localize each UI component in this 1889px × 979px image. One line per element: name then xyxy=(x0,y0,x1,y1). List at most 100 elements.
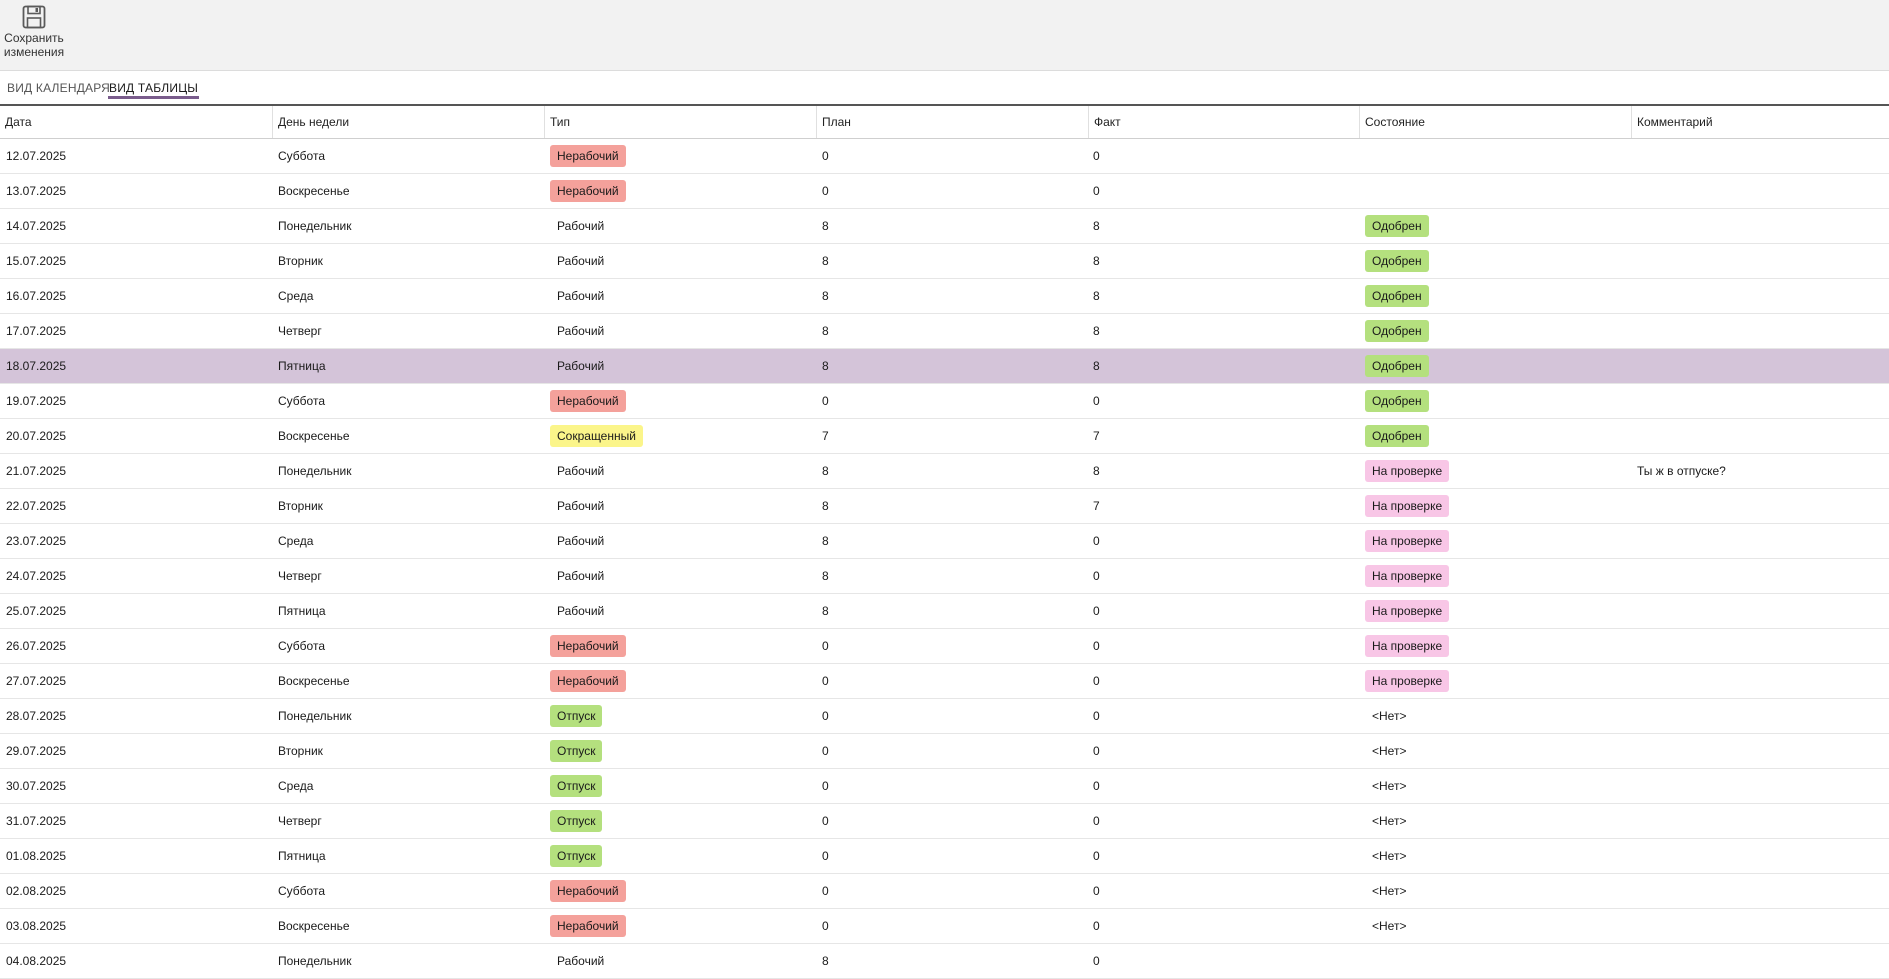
cell-plan[interactable]: 8 xyxy=(822,209,829,243)
cell-type[interactable]: Отпуск xyxy=(550,734,603,768)
cell-fact[interactable]: 0 xyxy=(1093,769,1100,803)
cell-date[interactable]: 24.07.2025 xyxy=(6,559,66,593)
column-header-weekday[interactable]: День недели xyxy=(272,106,544,138)
cell-type[interactable]: Рабочий xyxy=(550,524,611,558)
cell-weekday[interactable]: Воскресенье xyxy=(278,664,350,698)
cell-state[interactable]: Одобрен xyxy=(1365,314,1429,348)
cell-date[interactable]: 29.07.2025 xyxy=(6,734,66,768)
cell-weekday[interactable]: Понедельник xyxy=(278,699,351,733)
cell-weekday[interactable]: Среда xyxy=(278,769,313,803)
cell-fact[interactable]: 0 xyxy=(1093,594,1100,628)
table-row[interactable]: 01.08.2025 Пятница Отпуск 0 0 <Нет> xyxy=(0,839,1889,874)
cell-plan[interactable]: 8 xyxy=(822,244,829,278)
cell-plan[interactable]: 0 xyxy=(822,909,829,943)
cell-type[interactable]: Сокращенный xyxy=(550,419,643,453)
cell-fact[interactable]: 0 xyxy=(1093,139,1100,173)
cell-plan[interactable]: 0 xyxy=(822,384,829,418)
table-row[interactable]: 02.08.2025 Суббота Нерабочий 0 0 <Нет> xyxy=(0,874,1889,909)
cell-plan[interactable]: 8 xyxy=(822,314,829,348)
cell-weekday[interactable]: Воскресенье xyxy=(278,174,350,208)
cell-plan[interactable]: 0 xyxy=(822,664,829,698)
cell-date[interactable]: 16.07.2025 xyxy=(6,279,66,313)
cell-date[interactable]: 26.07.2025 xyxy=(6,629,66,663)
cell-weekday[interactable]: Суббота xyxy=(278,629,325,663)
cell-date[interactable]: 15.07.2025 xyxy=(6,244,66,278)
cell-date[interactable]: 03.08.2025 xyxy=(6,909,66,943)
column-header-state[interactable]: Состояние xyxy=(1359,106,1631,138)
cell-plan[interactable]: 8 xyxy=(822,454,829,488)
cell-fact[interactable]: 8 xyxy=(1093,244,1100,278)
cell-weekday[interactable]: Вторник xyxy=(278,244,323,278)
table-row[interactable]: 17.07.2025 Четверг Рабочий 8 8 Одобрен xyxy=(0,314,1889,349)
cell-plan[interactable]: 0 xyxy=(822,699,829,733)
cell-fact[interactable]: 0 xyxy=(1093,524,1100,558)
cell-state[interactable]: Одобрен xyxy=(1365,349,1429,383)
cell-date[interactable]: 02.08.2025 xyxy=(6,874,66,908)
cell-state[interactable]: Одобрен xyxy=(1365,384,1429,418)
cell-date[interactable]: 28.07.2025 xyxy=(6,699,66,733)
cell-type[interactable]: Нерабочий xyxy=(550,139,626,173)
cell-fact[interactable]: 0 xyxy=(1093,874,1100,908)
cell-type[interactable]: Нерабочий xyxy=(550,384,626,418)
cell-state[interactable]: На проверке xyxy=(1365,489,1450,523)
table-row[interactable]: 27.07.2025 Воскресенье Нерабочий 0 0 На прове… xyxy=(0,664,1889,699)
save-changes-button[interactable]: Сохранить изменения xyxy=(2,2,66,66)
cell-weekday[interactable]: Пятница xyxy=(278,839,326,873)
cell-plan[interactable]: 0 xyxy=(822,804,829,838)
cell-state[interactable]: На проверке xyxy=(1365,559,1450,593)
table-row[interactable]: 26.07.2025 Суббота Нерабочий 0 0 На проверке xyxy=(0,629,1889,664)
table-row[interactable]: 16.07.2025 Среда Рабочий 8 8 Одобрен xyxy=(0,279,1889,314)
cell-type[interactable]: Рабочий xyxy=(550,209,611,243)
table-row[interactable]: 04.08.2025 Понедельник Рабочий 8 0 xyxy=(0,944,1889,979)
cell-fact[interactable]: 0 xyxy=(1093,909,1100,943)
cell-type[interactable]: Отпуск xyxy=(550,769,603,803)
cell-type[interactable]: Отпуск xyxy=(550,699,603,733)
cell-state[interactable]: <Нет> xyxy=(1365,699,1413,733)
cell-state[interactable]: На проверке xyxy=(1365,454,1450,488)
cell-state[interactable]: На проверке xyxy=(1365,594,1450,628)
cell-state[interactable]: Одобрен xyxy=(1365,279,1429,313)
cell-type[interactable]: Нерабочий xyxy=(550,909,626,943)
column-header-date[interactable]: Дата xyxy=(0,106,272,138)
cell-fact[interactable]: 0 xyxy=(1093,174,1100,208)
cell-fact[interactable]: 0 xyxy=(1093,629,1100,663)
cell-date[interactable]: 21.07.2025 xyxy=(6,454,66,488)
cell-weekday[interactable]: Пятница xyxy=(278,349,326,383)
cell-state[interactable]: На проверке xyxy=(1365,664,1450,698)
cell-date[interactable]: 19.07.2025 xyxy=(6,384,66,418)
cell-weekday[interactable]: Суббота xyxy=(278,139,325,173)
cell-type[interactable]: Нерабочий xyxy=(550,874,626,908)
cell-state[interactable]: <Нет> xyxy=(1365,909,1413,943)
cell-state[interactable]: Одобрен xyxy=(1365,419,1429,453)
cell-fact[interactable]: 7 xyxy=(1093,489,1100,523)
table-row[interactable]: 28.07.2025 Понедельник Отпуск 0 0 <Нет> xyxy=(0,699,1889,734)
cell-plan[interactable]: 0 xyxy=(822,734,829,768)
cell-fact[interactable]: 7 xyxy=(1093,419,1100,453)
table-row[interactable]: 29.07.2025 Вторник Отпуск 0 0 <Нет> xyxy=(0,734,1889,769)
cell-fact[interactable]: 8 xyxy=(1093,349,1100,383)
cell-fact[interactable]: 8 xyxy=(1093,279,1100,313)
cell-weekday[interactable]: Воскресенье xyxy=(278,909,350,943)
tab-table-view[interactable]: ВИД ТАБЛИЦЫ xyxy=(108,81,200,99)
table-row[interactable]: 20.07.2025 Воскресенье Сокращенный 7 7 Одобре… xyxy=(0,419,1889,454)
cell-type[interactable]: Рабочий xyxy=(550,279,611,313)
cell-type[interactable]: Рабочий xyxy=(550,559,611,593)
table-row[interactable]: 15.07.2025 Вторник Рабочий 8 8 Одобрен xyxy=(0,244,1889,279)
cell-state[interactable]: Одобрен xyxy=(1365,209,1429,243)
cell-weekday[interactable]: Пятница xyxy=(278,594,326,628)
cell-weekday[interactable]: Вторник xyxy=(278,489,323,523)
table-row[interactable]: 24.07.2025 Четверг Рабочий 8 0 На проверке xyxy=(0,559,1889,594)
cell-type[interactable]: Нерабочий xyxy=(550,629,626,663)
cell-weekday[interactable]: Вторник xyxy=(278,734,323,768)
cell-plan[interactable]: 0 xyxy=(822,769,829,803)
cell-type[interactable]: Рабочий xyxy=(550,594,611,628)
cell-weekday[interactable]: Воскресенье xyxy=(278,419,350,453)
tab-calendar-view[interactable]: ВИД КАЛЕНДАРЯ xyxy=(6,81,111,99)
cell-weekday[interactable]: Понедельник xyxy=(278,454,351,488)
cell-type[interactable]: Рабочий xyxy=(550,944,611,978)
cell-fact[interactable]: 0 xyxy=(1093,944,1100,978)
cell-fact[interactable]: 0 xyxy=(1093,664,1100,698)
cell-plan[interactable]: 8 xyxy=(822,489,829,523)
cell-type[interactable]: Рабочий xyxy=(550,489,611,523)
cell-plan[interactable]: 8 xyxy=(822,524,829,558)
